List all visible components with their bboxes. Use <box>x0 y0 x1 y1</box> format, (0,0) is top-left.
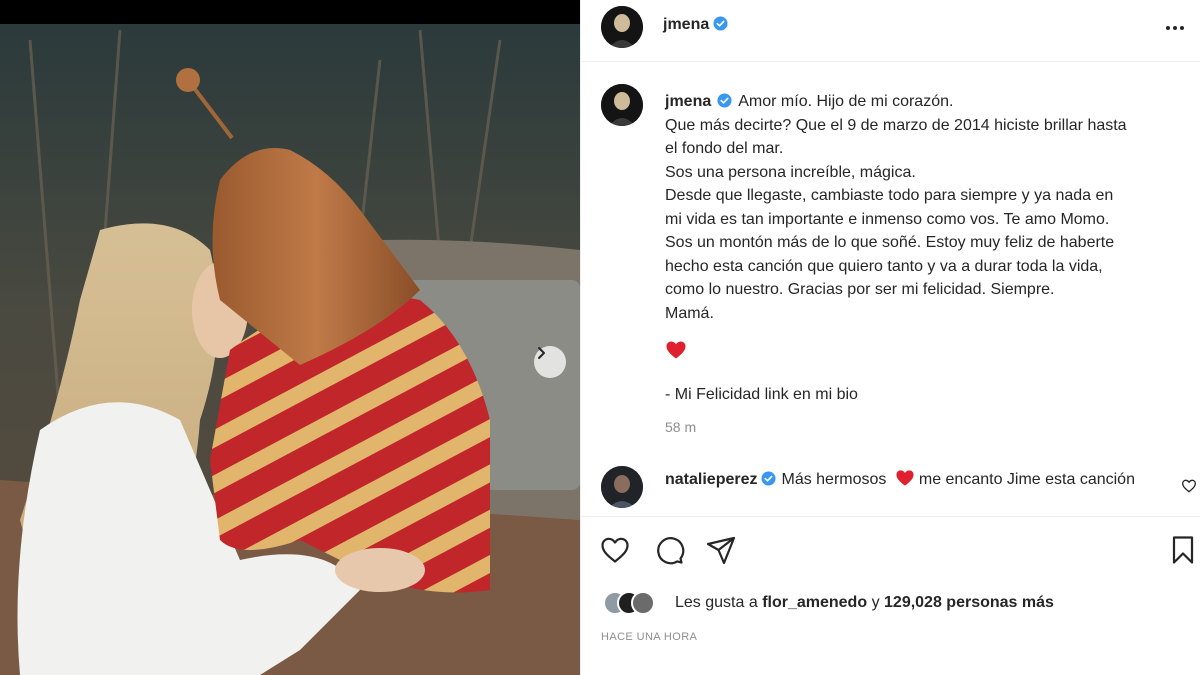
avatar-image <box>601 6 643 48</box>
comment-body-end: me encanto Jime esta canción <box>918 471 1135 488</box>
comment-text: natalieperez Más hermosos me encanto Jim… <box>665 468 1145 492</box>
post-side-panel: jmena jmena Amor mío. Hijo de mi corazón… <box>580 0 1200 675</box>
commenter-avatar[interactable] <box>601 466 643 508</box>
red-heart-emoji-icon <box>896 470 914 486</box>
liker-avatars[interactable] <box>603 590 673 616</box>
caption-line: Mamá. <box>665 304 714 322</box>
caption-first-line: jmena Amor mío. Hijo de mi corazón. <box>665 90 1185 114</box>
caption-line: el fondo del mar. <box>665 140 784 157</box>
comment-like-heart-icon[interactable] <box>1181 478 1197 494</box>
avatar-image <box>601 466 643 508</box>
post-photo[interactable] <box>0 0 580 675</box>
verified-badge-icon <box>713 16 728 31</box>
bookmark-icon[interactable] <box>1167 534 1199 566</box>
caption-author-avatar[interactable] <box>601 84 643 126</box>
likes-connector: y <box>871 594 880 611</box>
share-paper-plane-icon[interactable] <box>705 534 737 566</box>
like-heart-icon[interactable] <box>599 534 631 566</box>
caption-line: Sos una persona increíble, mágica. <box>665 163 916 181</box>
likes-text: Les gusta a flor_amenedo y 129,028 perso… <box>675 594 1054 612</box>
avatar-image <box>601 84 643 126</box>
verified-badge-icon <box>761 471 777 486</box>
caption-line: como lo nuestro. Gracias por ser mi feli… <box>665 281 1055 298</box>
liker-avatar <box>631 591 655 615</box>
carousel-next-button[interactable] <box>534 346 566 378</box>
author-avatar[interactable] <box>601 6 643 48</box>
likes-count-link[interactable]: 129,028 personas más <box>884 594 1054 611</box>
caption-line: Amor mío. Hijo de mi corazón. <box>738 93 954 110</box>
commenter-username[interactable]: natalieperez <box>665 471 757 488</box>
section-divider <box>581 516 1200 517</box>
caption-line: Sos un montón más de lo que soñé. Estoy … <box>665 234 1115 251</box>
author-username[interactable]: jmena <box>663 16 728 34</box>
caption-link-line: - Mi Felicidad link en mi bio <box>665 386 858 403</box>
post-timestamp[interactable]: HACE UNA HORA <box>601 631 697 643</box>
chevron-right-icon <box>538 347 545 359</box>
verified-badge-icon <box>717 93 732 108</box>
caption-line: mi vida es tan importante e inmenso como… <box>665 210 1110 228</box>
caption-text: jmena Amor mío. Hijo de mi corazón. Que … <box>665 90 1185 325</box>
author-username-text[interactable]: jmena <box>663 16 709 33</box>
caption-line: Que más decirte? Que el 9 de marzo de 20… <box>665 116 1127 134</box>
caption-line: hecho esta canción que quiero tanto y va… <box>665 257 1103 275</box>
caption-timestamp[interactable]: 58 m <box>665 419 696 435</box>
caption-line: Desde que llegaste, cambiaste todo para … <box>665 187 1114 204</box>
caption-author-username[interactable]: jmena <box>665 93 711 110</box>
post-action-bar <box>581 534 1200 570</box>
red-heart-icon <box>666 341 686 359</box>
more-options-icon[interactable] <box>1163 18 1187 38</box>
comment-body-start: Más hermosos <box>781 471 887 488</box>
likes-prefix: Les gusta a <box>675 594 758 611</box>
post-image <box>0 0 580 675</box>
likes-summary: Les gusta a flor_amenedo y 129,028 perso… <box>601 590 1181 618</box>
post-header: jmena <box>581 0 1200 62</box>
liker-username-link[interactable]: flor_amenedo <box>762 594 867 611</box>
comment-icon[interactable] <box>653 534 685 566</box>
